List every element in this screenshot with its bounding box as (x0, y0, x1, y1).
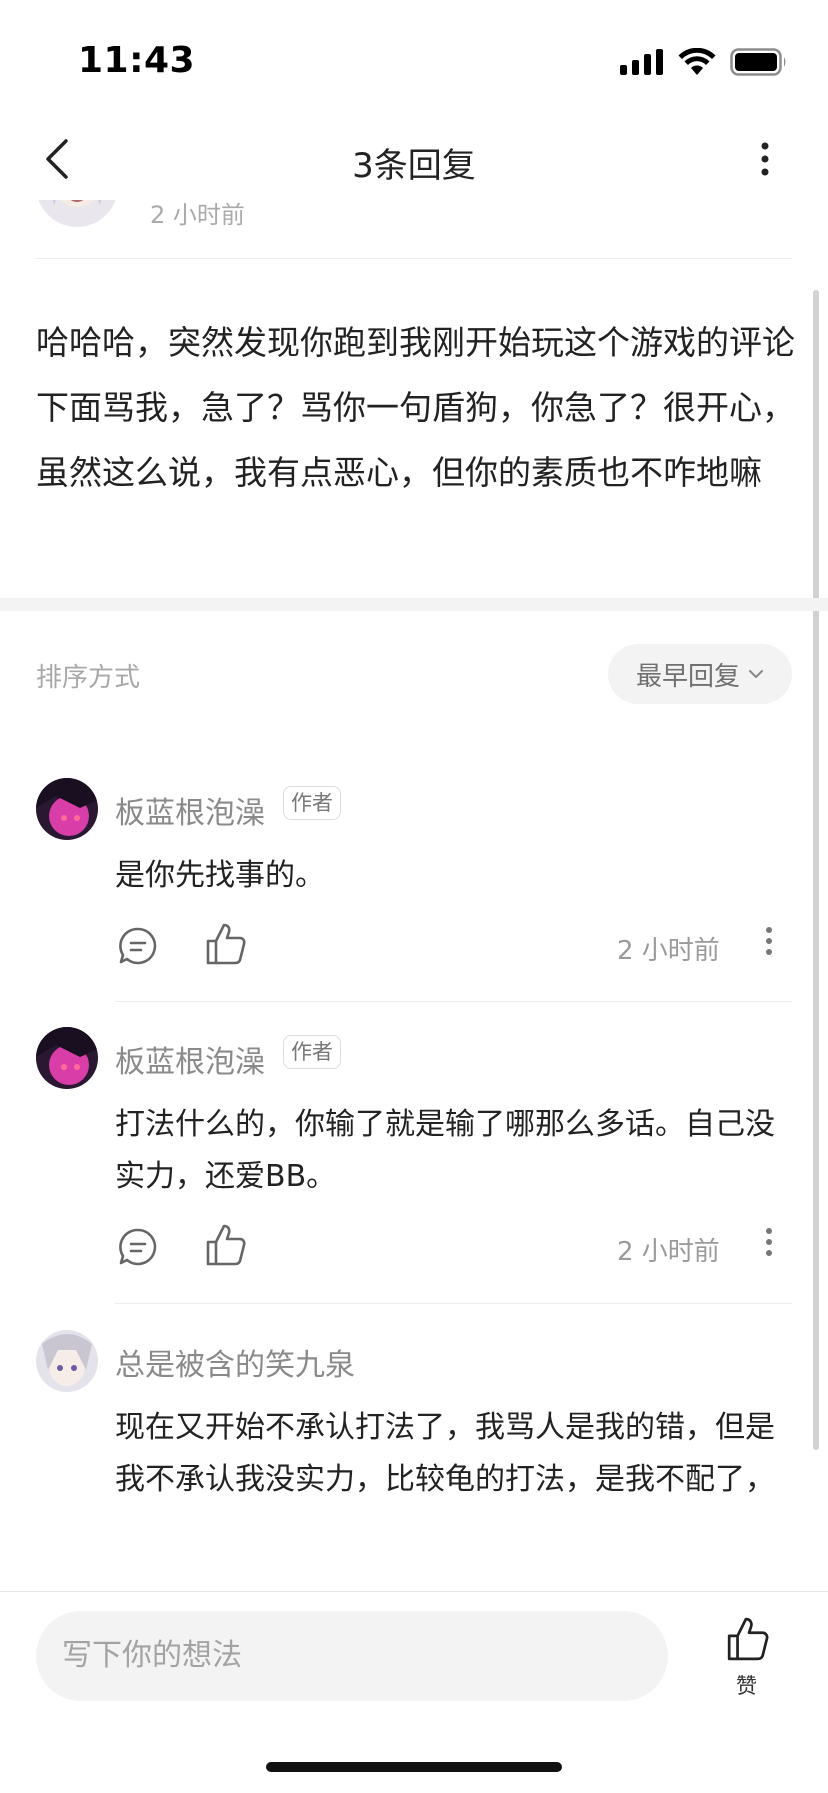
more-vertical-icon (766, 927, 772, 955)
reply-item: 板蓝根泡澡 作者 打法什么的，你输了就是输了哪那么多话。自己没实力，还爱BB。 … (0, 1027, 828, 1307)
wifi-icon (678, 48, 716, 75)
more-vertical-icon (766, 1228, 772, 1256)
timestamp: 2 小时前 (617, 936, 720, 966)
comment-icon (119, 927, 157, 965)
reply-username[interactable]: 总是被含的笑九泉 (115, 1340, 355, 1384)
more-button[interactable] (765, 926, 773, 960)
divider (115, 1001, 792, 1002)
avatar[interactable] (36, 1330, 98, 1392)
like-button[interactable] (205, 922, 247, 970)
reply-username[interactable]: 板蓝根泡澡 (115, 788, 265, 832)
bottom-bar: 写下你的想法 赞 (0, 1591, 828, 1793)
sort-selected: 最早回复 (635, 661, 740, 692)
signal-icon (620, 49, 663, 75)
reply-text: 打法什么的，你输了就是输了哪那么多话。自己没实力，还爱BB。 (115, 1107, 775, 1194)
comment-icon (119, 1228, 157, 1266)
like-label: 赞 (736, 1674, 757, 1698)
reply-username[interactable]: 板蓝根泡澡 (115, 1037, 265, 1081)
avatar[interactable] (36, 1027, 98, 1089)
timestamp: 2 小时前 (150, 201, 245, 229)
author-badge: 作者 (283, 1035, 341, 1069)
reply-button[interactable] (118, 926, 158, 970)
divider (115, 1303, 792, 1304)
timestamp: 2 小时前 (617, 1237, 720, 1267)
nav-bar: 3条回复 (0, 120, 828, 200)
section-separator (0, 598, 828, 611)
page-title: 3条回复 (352, 146, 476, 186)
thumbs-up-icon (206, 923, 246, 965)
sort-label: 排序方式 (36, 663, 141, 693)
reply-text: 是你先找事的。 (115, 858, 325, 893)
more-vertical-icon (761, 142, 769, 176)
status-icons (620, 48, 788, 76)
avatar[interactable] (36, 778, 98, 840)
thumbs-up-icon (727, 1617, 769, 1661)
reply-item: 总是被含的笑九泉 现在又开始不承认打法了，我骂人是我的错，但是我不承认我没实力，… (0, 1330, 828, 1591)
reply-item: 板蓝根泡澡 作者 是你先找事的。 2 小时前 (0, 778, 828, 1008)
original-comment-text: 哈哈哈，突然发现你跑到我刚开始玩这个游戏的评论下面骂我，急了？骂你一句盾狗，你急… (36, 323, 795, 492)
like-button[interactable] (205, 1223, 247, 1271)
thumbs-up-icon (206, 1224, 246, 1266)
reply-button[interactable] (118, 1227, 158, 1271)
original-comment-header: 2 小时前 (0, 195, 828, 260)
battery-icon (730, 48, 786, 76)
reply-text: 现在又开始不承认打法了，我骂人是我的错，但是我不承认我没实力，比较龟的打法，是我… (115, 1410, 775, 1497)
chevron-down-icon (749, 670, 763, 678)
author-badge: 作者 (283, 786, 341, 820)
more-button[interactable] (750, 132, 780, 186)
sort-dropdown[interactable]: 最早回复 (608, 644, 792, 704)
more-button[interactable] (765, 1227, 773, 1261)
home-indicator (266, 1762, 562, 1772)
comment-input[interactable]: 写下你的想法 (36, 1611, 668, 1701)
reply-actions: 2 小时前 (115, 922, 795, 974)
status-time: 11:43 (78, 40, 196, 81)
reply-actions: 2 小时前 (115, 1223, 795, 1275)
divider (36, 258, 792, 259)
status-bar: 11:43 (0, 0, 828, 120)
